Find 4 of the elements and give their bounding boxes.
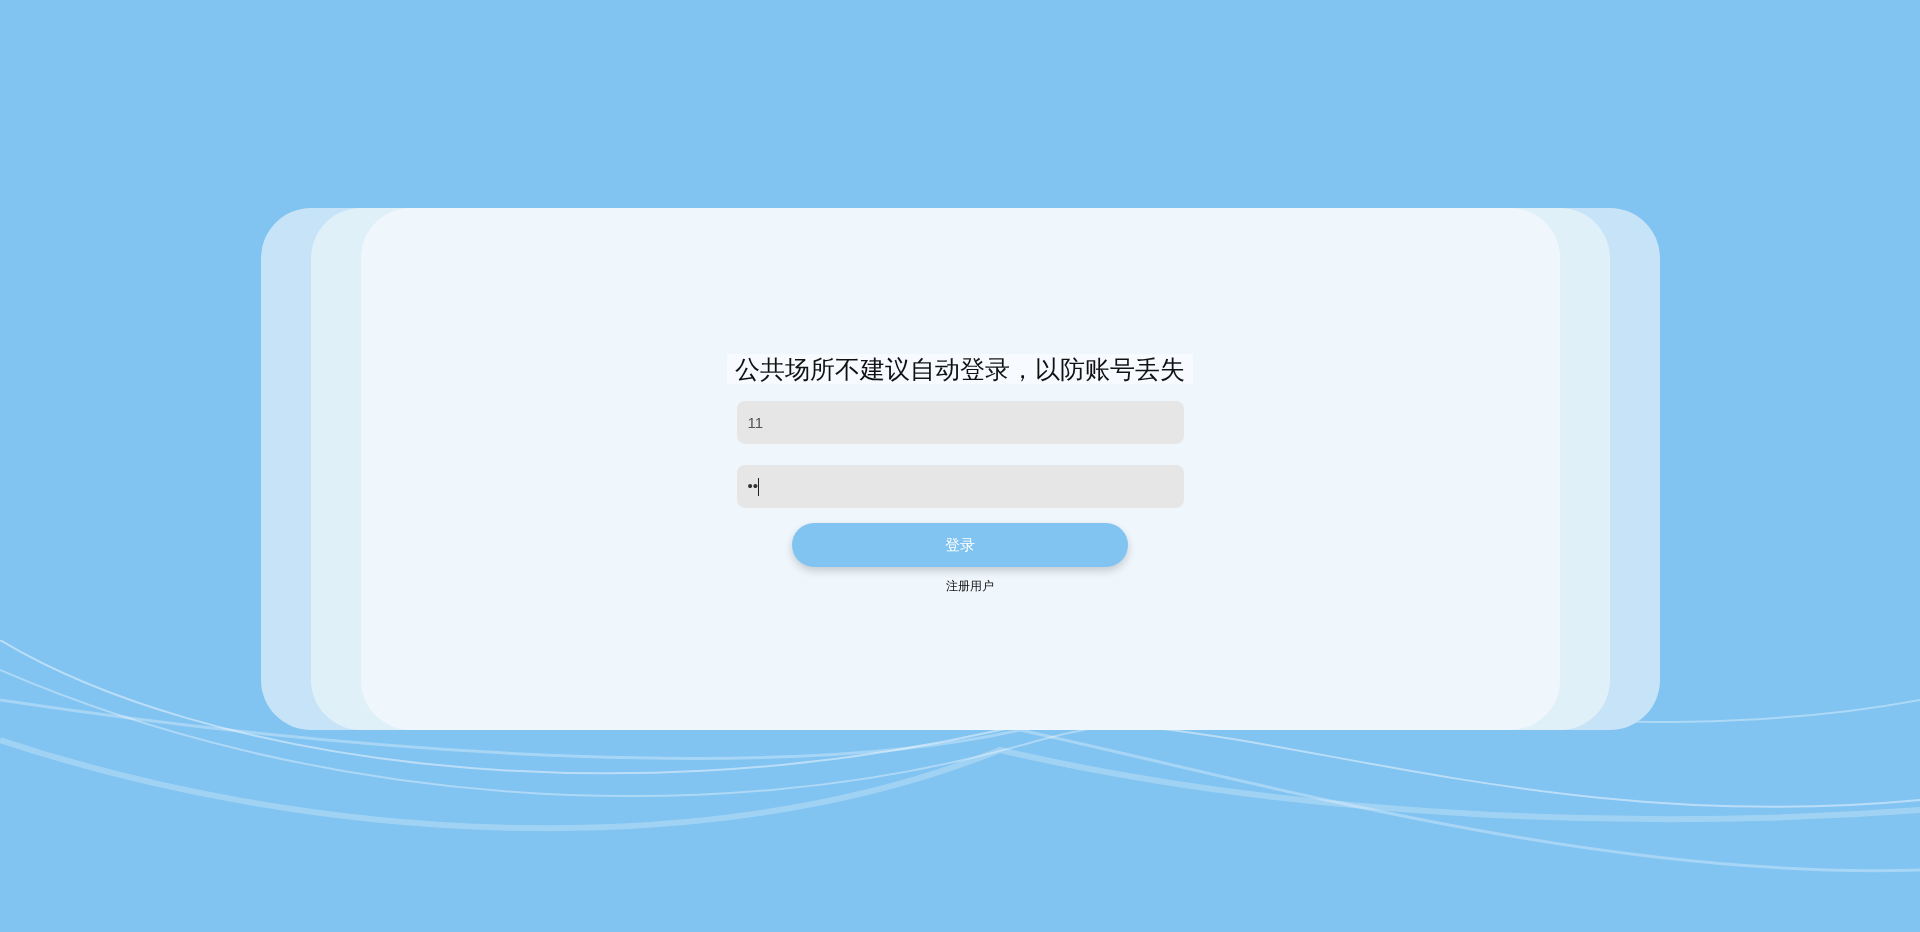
register-link[interactable]: 注册用户 <box>946 577 994 595</box>
password-field[interactable]: •• <box>736 465 1184 508</box>
notice-text: 公共场所不建议自动登录，以防账号丢失 <box>727 354 1193 384</box>
username-field[interactable]: 11 <box>736 401 1184 444</box>
